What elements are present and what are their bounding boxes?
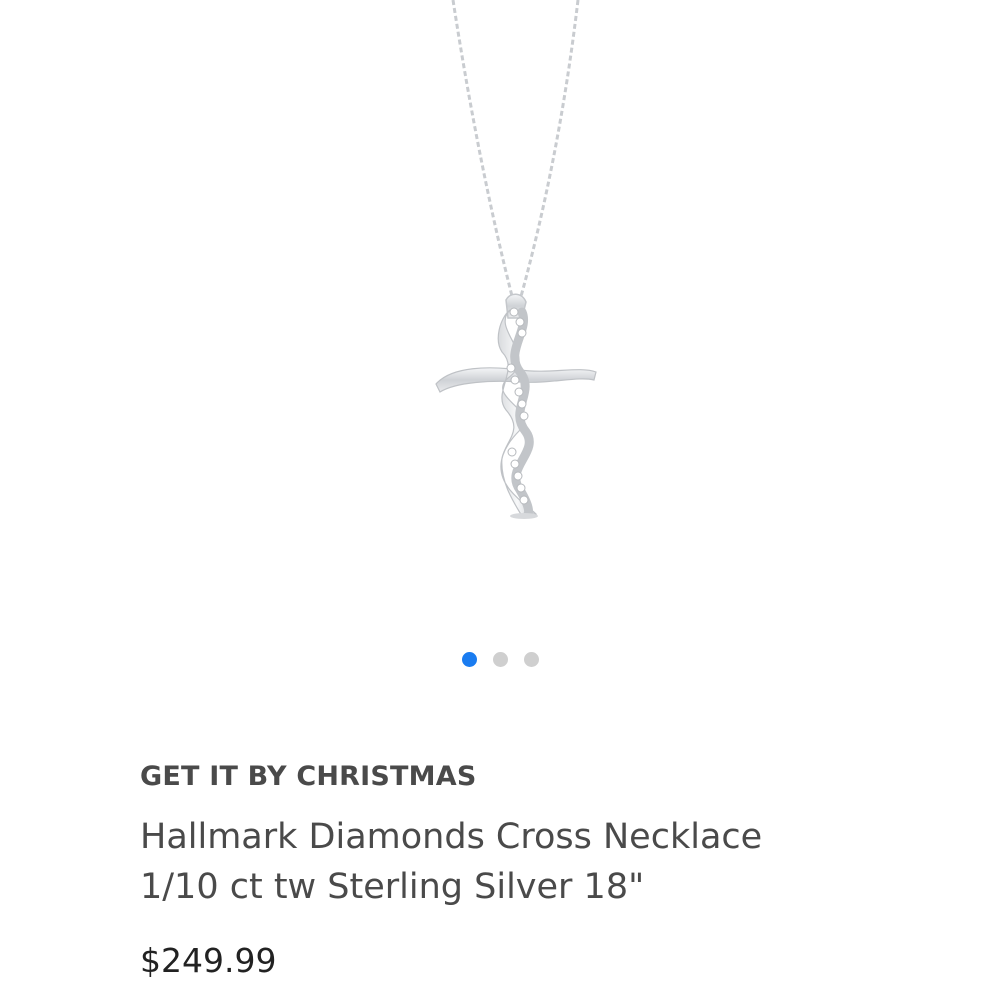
carousel-dot-3[interactable] bbox=[523, 651, 539, 667]
carousel-dot-2[interactable] bbox=[492, 651, 508, 667]
chain bbox=[451, 0, 580, 301]
carousel-dot-1[interactable] bbox=[461, 651, 477, 667]
product-title: Hallmark Diamonds Cross Necklace 1/10 ct… bbox=[140, 817, 763, 907]
product-price: $249.99 bbox=[140, 941, 277, 980]
image-carousel-dots bbox=[0, 650, 1000, 668]
pendant-shadow bbox=[510, 513, 538, 519]
product-info: GET IT BY CHRISTMAS Hallmark Diamonds Cr… bbox=[140, 756, 900, 912]
promo-label: GET IT BY CHRISTMAS bbox=[140, 761, 477, 792]
product-page: GET IT BY CHRISTMAS Hallmark Diamonds Cr… bbox=[0, 0, 1000, 1000]
product-image[interactable] bbox=[0, 0, 1000, 640]
product-image-gallery[interactable] bbox=[0, 0, 1000, 640]
